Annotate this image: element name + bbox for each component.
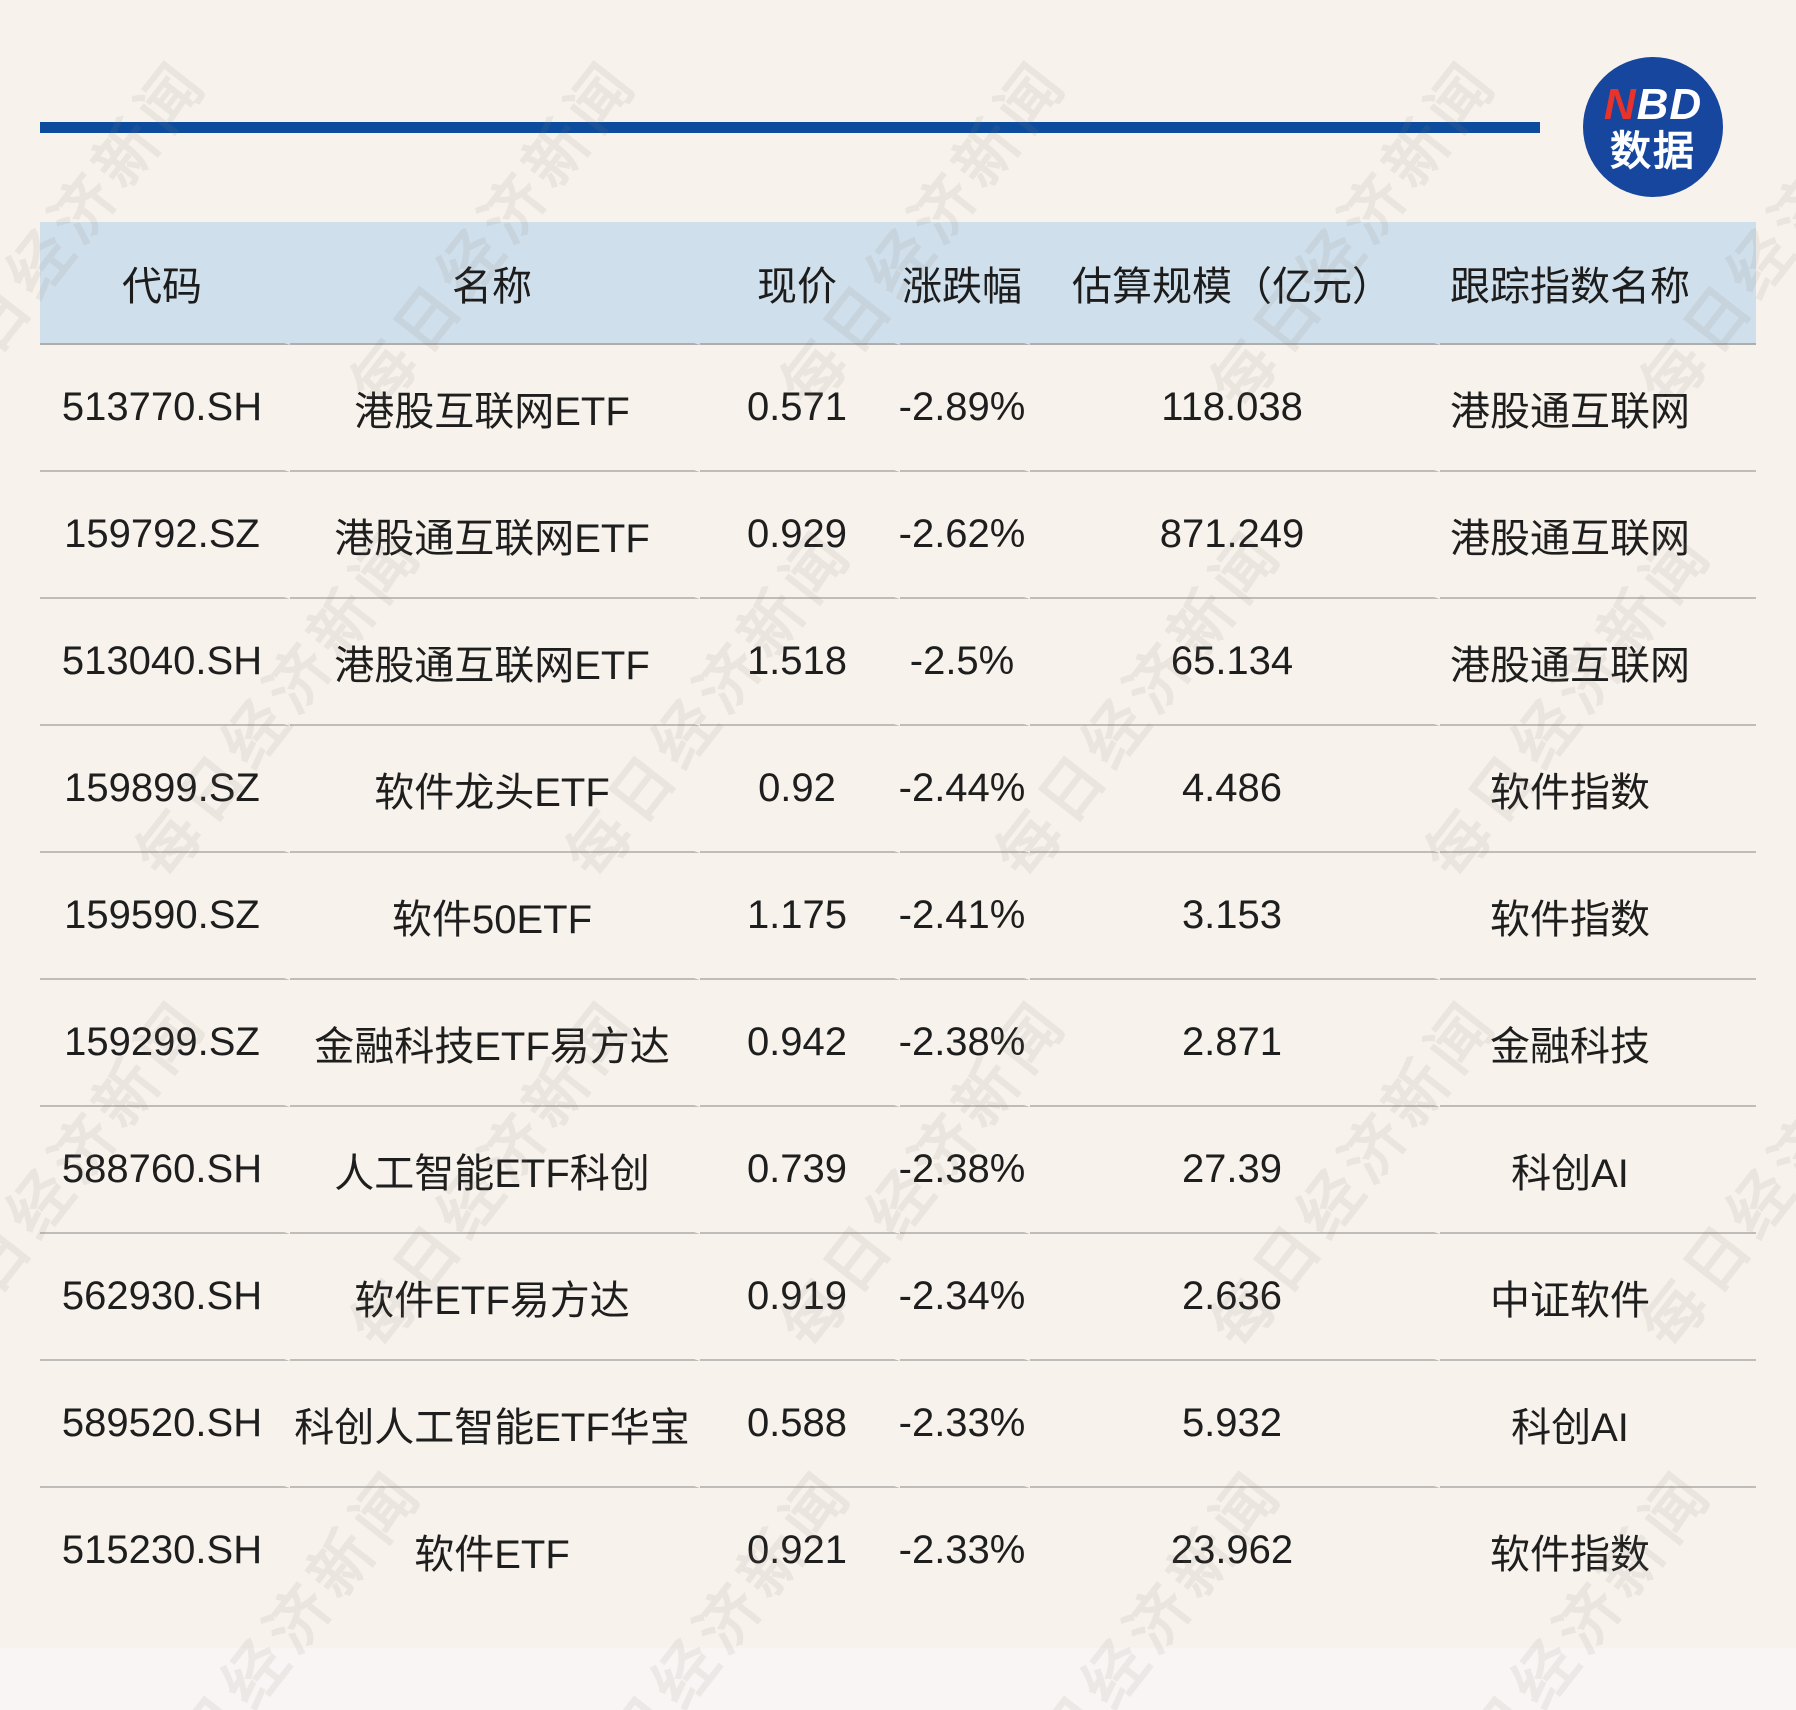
table-row: 159590.SZ软件50ETF1.175-2.41%3.153软件指数: [40, 853, 1756, 980]
table-row: 562930.SH软件ETF易方达0.919-2.34%2.636中证软件: [40, 1234, 1756, 1361]
header-index: 跟踪指数名称: [1440, 222, 1756, 345]
cell-change: -2.44%: [900, 726, 1030, 853]
cell-change: -2.89%: [900, 345, 1030, 472]
table-body: 513770.SH港股互联网ETF0.571-2.89%118.038港股通互联…: [40, 345, 1756, 1615]
cell-scale: 3.153: [1030, 853, 1440, 980]
logo-text-data: 数据: [1610, 131, 1696, 172]
table-row: 513040.SH港股通互联网ETF1.518-2.5%65.134港股通互联网: [40, 599, 1756, 726]
cell-price: 0.942: [700, 980, 900, 1107]
cell-name: 港股通互联网ETF: [290, 599, 700, 726]
logo-text-nbd: NBD: [1604, 83, 1702, 127]
cell-name: 港股通互联网ETF: [290, 472, 700, 599]
cell-index: 港股通互联网: [1440, 345, 1756, 472]
cell-index: 软件指数: [1440, 853, 1756, 980]
cell-code: 159299.SZ: [40, 980, 290, 1107]
header-code: 代码: [40, 222, 290, 345]
table-row: 159792.SZ港股通互联网ETF0.929-2.62%871.249港股通互…: [40, 472, 1756, 599]
table-row: 515230.SH软件ETF0.921-2.33%23.962软件指数: [40, 1488, 1756, 1615]
cell-price: 1.175: [700, 853, 900, 980]
cell-name: 科创人工智能ETF华宝: [290, 1361, 700, 1488]
cell-name: 软件ETF易方达: [290, 1234, 700, 1361]
footer-band: [0, 1648, 1796, 1710]
cell-change: -2.33%: [900, 1361, 1030, 1488]
cell-scale: 27.39: [1030, 1107, 1440, 1234]
cell-code: 159590.SZ: [40, 853, 290, 980]
cell-change: -2.62%: [900, 472, 1030, 599]
header-scale: 估算规模（亿元）: [1030, 222, 1440, 345]
table-row: 513770.SH港股互联网ETF0.571-2.89%118.038港股通互联…: [40, 345, 1756, 472]
nbd-logo: NBD 数据: [1583, 57, 1723, 197]
cell-change: -2.5%: [900, 599, 1030, 726]
cell-change: -2.33%: [900, 1488, 1030, 1615]
cell-name: 人工智能ETF科创: [290, 1107, 700, 1234]
cell-price: 0.921: [700, 1488, 900, 1615]
table-row: 588760.SH人工智能ETF科创0.739-2.38%27.39科创AI: [40, 1107, 1756, 1234]
cell-scale: 2.871: [1030, 980, 1440, 1107]
cell-code: 515230.SH: [40, 1488, 290, 1615]
logo-letters-bd: BD: [1637, 80, 1703, 129]
cell-change: -2.41%: [900, 853, 1030, 980]
cell-code: 159899.SZ: [40, 726, 290, 853]
cell-price: 0.588: [700, 1361, 900, 1488]
cell-scale: 871.249: [1030, 472, 1440, 599]
cell-price: 0.929: [700, 472, 900, 599]
cell-index: 科创AI: [1440, 1361, 1756, 1488]
cell-index: 软件指数: [1440, 1488, 1756, 1615]
cell-code: 513040.SH: [40, 599, 290, 726]
table-row: 589520.SH科创人工智能ETF华宝0.588-2.33%5.932科创AI: [40, 1361, 1756, 1488]
table-header-row: 代码 名称 现价 涨跌幅 估算规模（亿元） 跟踪指数名称: [40, 222, 1756, 345]
top-rule: [40, 122, 1540, 133]
cell-code: 589520.SH: [40, 1361, 290, 1488]
header-change: 涨跌幅: [900, 222, 1030, 345]
cell-name: 软件ETF: [290, 1488, 700, 1615]
cell-scale: 65.134: [1030, 599, 1440, 726]
cell-name: 软件50ETF: [290, 853, 700, 980]
cell-change: -2.34%: [900, 1234, 1030, 1361]
cell-scale: 23.962: [1030, 1488, 1440, 1615]
cell-name: 金融科技ETF易方达: [290, 980, 700, 1107]
table-row: 159299.SZ金融科技ETF易方达0.942-2.38%2.871金融科技: [40, 980, 1756, 1107]
cell-price: 0.919: [700, 1234, 900, 1361]
cell-code: 513770.SH: [40, 345, 290, 472]
cell-scale: 2.636: [1030, 1234, 1440, 1361]
cell-change: -2.38%: [900, 1107, 1030, 1234]
cell-price: 0.739: [700, 1107, 900, 1234]
cell-price: 0.92: [700, 726, 900, 853]
cell-price: 1.518: [700, 599, 900, 726]
cell-code: 159792.SZ: [40, 472, 290, 599]
cell-index: 港股通互联网: [1440, 599, 1756, 726]
cell-price: 0.571: [700, 345, 900, 472]
header-price: 现价: [700, 222, 900, 345]
cell-code: 562930.SH: [40, 1234, 290, 1361]
cell-index: 金融科技: [1440, 980, 1756, 1107]
cell-index: 软件指数: [1440, 726, 1756, 853]
table-row: 159899.SZ软件龙头ETF0.92-2.44%4.486软件指数: [40, 726, 1756, 853]
cell-scale: 118.038: [1030, 345, 1440, 472]
cell-scale: 5.932: [1030, 1361, 1440, 1488]
infographic-page: NBD 数据 代码 名称 现价 涨跌幅 估算规模（亿元） 跟踪指数名称 5137…: [0, 0, 1796, 1710]
cell-name: 港股互联网ETF: [290, 345, 700, 472]
cell-index: 港股通互联网: [1440, 472, 1756, 599]
cell-scale: 4.486: [1030, 726, 1440, 853]
cell-code: 588760.SH: [40, 1107, 290, 1234]
etf-table: 代码 名称 现价 涨跌幅 估算规模（亿元） 跟踪指数名称 513770.SH港股…: [40, 222, 1756, 1615]
cell-index: 中证软件: [1440, 1234, 1756, 1361]
header-name: 名称: [290, 222, 700, 345]
cell-index: 科创AI: [1440, 1107, 1756, 1234]
cell-change: -2.38%: [900, 980, 1030, 1107]
cell-name: 软件龙头ETF: [290, 726, 700, 853]
logo-letter-n: N: [1604, 80, 1637, 129]
